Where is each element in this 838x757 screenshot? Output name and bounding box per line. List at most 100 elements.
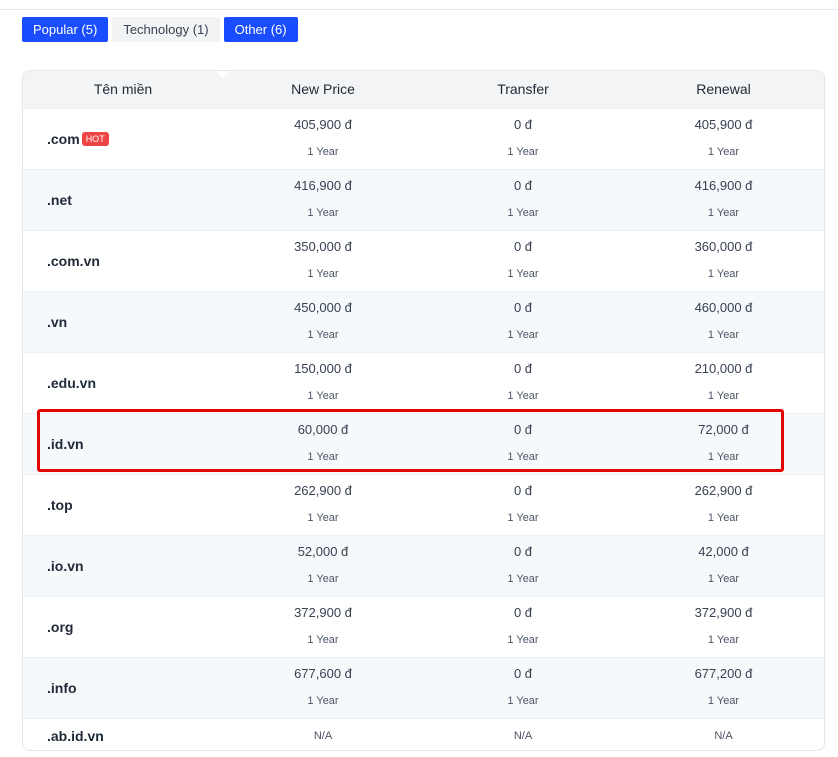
new-price: 60,000 đ — [297, 422, 349, 437]
transfer-price: 0 đ — [513, 117, 533, 132]
transfer-price: 0 đ — [513, 300, 533, 315]
table-row: .com HOT 405,900 đ 1 Year 0 đ 1 Year 405,90… — [23, 108, 824, 169]
transfer-period: 1 Year — [507, 573, 539, 585]
renewal-cell: 677,200 đ 1 Year — [623, 658, 824, 719]
renewal-cell: 360,000 đ 1 Year — [623, 231, 824, 292]
renewal-price: 360,000 đ — [694, 239, 753, 254]
new-period: 1 Year — [307, 390, 339, 402]
new-period: 1 Year — [307, 268, 339, 280]
transfer-period: 1 Year — [507, 512, 539, 524]
transfer-price: 0 đ — [513, 605, 533, 620]
renewal-cell: 72,000 đ 1 Year — [623, 414, 824, 475]
transfer-price: 0 đ — [513, 422, 533, 437]
table-row: .com.vn 350,000 đ 1 Year 0 đ 1 Year 360,00… — [23, 230, 824, 291]
transfer-cell: 0 đ 1 Year — [423, 658, 623, 719]
table-row: .io.vn 52,000 đ 1 Year 0 đ 1 Year 42,000 đ… — [23, 535, 824, 596]
renewal-period: 1 Year — [707, 512, 740, 524]
renewal-cell: 460,000 đ 1 Year — [623, 292, 824, 353]
renewal-price: 262,900 đ — [694, 483, 753, 498]
tab-technology[interactable]: Technology (1) — [112, 17, 220, 42]
table-row: .id.vn 60,000 đ 1 Year 0 đ 1 Year 72,000 đ… — [23, 413, 824, 474]
domain-name: .io.vn — [47, 558, 84, 574]
domain-label: .com — [47, 131, 80, 147]
transfer-period: 1 Year — [507, 146, 539, 158]
hot-badge: HOT — [81, 131, 109, 146]
domain-name: .net — [47, 192, 72, 208]
renewal-period: 1 Year — [707, 634, 740, 646]
tab-popular[interactable]: Popular (5) — [22, 17, 109, 42]
new-price-cell: 372,900 đ 1 Year — [223, 597, 423, 658]
renewal-period: 1 Year — [707, 268, 740, 280]
new-price-cell: N/A — [223, 719, 423, 750]
renewal-period: 1 Year — [707, 573, 740, 585]
category-tabs: Popular (5) Technology (1) Other (6) — [22, 17, 298, 42]
renewal-period: 1 Year — [707, 695, 740, 707]
transfer-cell: 0 đ 1 Year — [423, 475, 623, 536]
new-price: 450,000 đ — [294, 300, 352, 315]
new-price: 350,000 đ — [294, 239, 352, 254]
renewal-price: 677,200 đ — [694, 666, 753, 681]
table-row: .vn 450,000 đ 1 Year 0 đ 1 Year 460,000 đ 1… — [23, 291, 824, 352]
header-domain: Tên miền — [93, 81, 153, 97]
new-price-cell: 677,600 đ 1 Year — [223, 658, 423, 719]
transfer-price: N/A — [513, 730, 533, 742]
domain-name: .com HOT — [47, 109, 109, 170]
renewal-price: 210,000 đ — [694, 361, 753, 376]
table-row: .edu.vn 150,000 đ 1 Year 0 đ 1 Year 210,00… — [23, 352, 824, 413]
domain-name: .edu.vn — [47, 375, 97, 391]
renewal-period: 1 Year — [707, 207, 740, 219]
table-row: .top 262,900 đ 1 Year 0 đ 1 Year 262,900 đ… — [23, 474, 824, 535]
transfer-period: 1 Year — [507, 695, 539, 707]
domain-name: .org — [47, 619, 74, 635]
new-period: 1 Year — [307, 207, 339, 219]
new-price: 372,900 đ — [294, 605, 352, 620]
renewal-period: 1 Year — [707, 390, 740, 402]
transfer-price: 0 đ — [513, 361, 533, 376]
top-divider — [0, 9, 838, 10]
domain-name: .ab.id.vn — [47, 728, 104, 744]
new-period: 1 Year — [307, 634, 339, 646]
domain-name: .com.vn — [47, 253, 100, 269]
renewal-price: N/A — [714, 730, 733, 742]
new-price-cell: 60,000 đ 1 Year — [223, 414, 423, 475]
new-period: 1 Year — [307, 573, 339, 585]
renewal-cell: 416,900 đ 1 Year — [623, 170, 824, 231]
page: Popular (5) Technology (1) Other (6) Tên… — [0, 0, 838, 757]
new-period: 1 Year — [307, 146, 339, 158]
transfer-period: 1 Year — [507, 634, 539, 646]
header-new-price: New Price — [291, 81, 355, 97]
transfer-cell: 0 đ 1 Year — [423, 109, 623, 170]
transfer-cell: 0 đ 1 Year — [423, 414, 623, 475]
renewal-price: 460,000 đ — [694, 300, 753, 315]
renewal-cell: 372,900 đ 1 Year — [623, 597, 824, 658]
new-price: 262,900 đ — [294, 483, 352, 498]
new-period: 1 Year — [307, 329, 339, 341]
transfer-cell: 0 đ 1 Year — [423, 597, 623, 658]
table-row: .info 677,600 đ 1 Year 0 đ 1 Year 677,200 … — [23, 657, 824, 718]
domain-name: .id.vn — [47, 436, 84, 452]
transfer-period: 1 Year — [507, 329, 539, 341]
transfer-price: 0 đ — [513, 178, 533, 193]
renewal-cell: 42,000 đ 1 Year — [623, 536, 824, 597]
table-row: .org 372,900 đ 1 Year 0 đ 1 Year 372,900 đ… — [23, 596, 824, 657]
domain-price-table: Tên miền New Price Transfer Renewal .com… — [22, 70, 825, 751]
new-price: 405,900 đ — [294, 117, 352, 132]
header-transfer: Transfer — [497, 81, 549, 97]
new-price-cell: 150,000 đ 1 Year — [223, 353, 423, 414]
transfer-price: 0 đ — [513, 666, 533, 681]
domain-name: .info — [47, 680, 77, 696]
table-row: .ab.id.vn N/A N/A N/A — [23, 718, 824, 750]
new-price-cell: 350,000 đ 1 Year — [223, 231, 423, 292]
new-price: 677,600 đ — [294, 666, 352, 681]
domain-name: .top — [47, 497, 73, 513]
new-period: 1 Year — [307, 512, 339, 524]
transfer-cell: 0 đ 1 Year — [423, 353, 623, 414]
transfer-price: 0 đ — [513, 544, 533, 559]
transfer-period: 1 Year — [507, 451, 539, 463]
renewal-period: 1 Year — [707, 451, 740, 463]
new-price: N/A — [313, 730, 333, 742]
new-price-cell: 416,900 đ 1 Year — [223, 170, 423, 231]
tab-other[interactable]: Other (6) — [223, 17, 298, 42]
new-price-cell: 52,000 đ 1 Year — [223, 536, 423, 597]
transfer-cell: 0 đ 1 Year — [423, 170, 623, 231]
